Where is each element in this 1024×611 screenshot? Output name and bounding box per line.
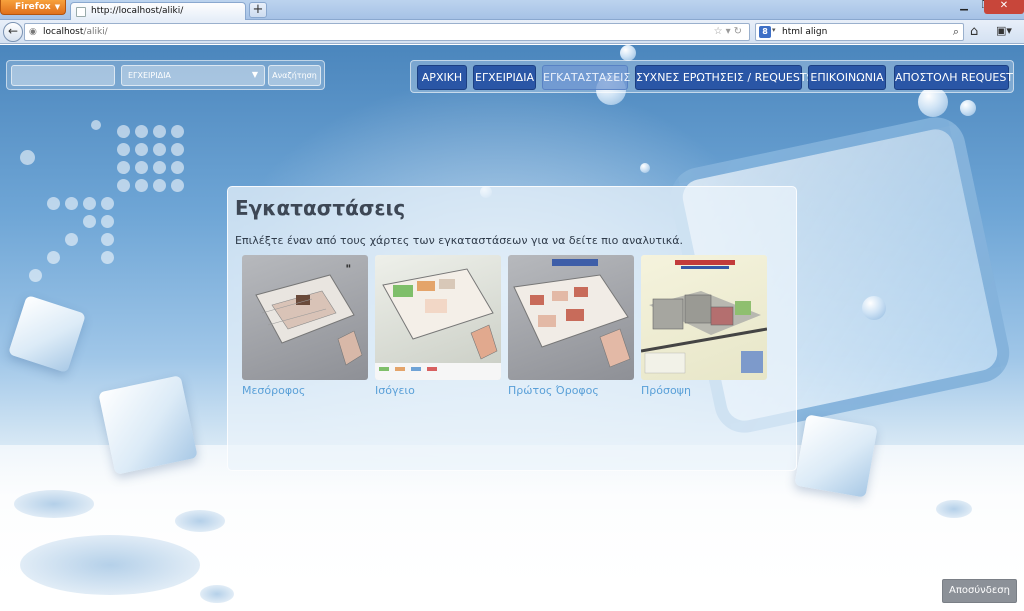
decorative-dot	[153, 143, 166, 156]
decorative-dot	[20, 150, 35, 165]
decorative-dot	[171, 143, 184, 156]
browser-tab[interactable]: http://localhost/aliki/	[70, 2, 246, 20]
url-path: /aliki/	[83, 27, 108, 37]
main-nav: ΑΡΧΙΚΗ ΕΓΧΕΙΡΙΔΙΑ ΕΓΚΑΤΑΣΤΑΣΕΙΣ ΣΥΧΝΕΣ Ε…	[410, 60, 1014, 93]
logout-button[interactable]: Αποσύνδεση	[942, 579, 1017, 603]
nav-item-home[interactable]: ΑΡΧΙΚΗ	[417, 65, 467, 90]
map-caption-ground-floor[interactable]: Ισόγειο	[375, 384, 415, 397]
content-panel: Εγκαταστάσεις Επιλέξτε έναν από τους χάρ…	[227, 186, 797, 471]
url-host: localhost	[43, 27, 84, 37]
back-arrow-icon[interactable]: ←	[3, 22, 23, 42]
map-caption-first-floor[interactable]: Πρώτος Όροφος	[508, 384, 599, 397]
web-search-bar[interactable]: 8 ▾ html align ⌕	[755, 23, 964, 41]
decorative-bubble	[960, 100, 976, 116]
decorative-dot	[171, 161, 184, 174]
map-thumbnail-first-floor[interactable]	[508, 255, 634, 380]
decorative-dot	[135, 125, 148, 138]
decorative-cube	[98, 375, 198, 475]
decorative-bubble	[640, 163, 650, 173]
search-category-select[interactable]: ΕΓΧΕΙΡΙΔΙΑ ▼	[121, 65, 265, 86]
bookmarks-menu-icon[interactable]: ▣▾	[996, 24, 1012, 37]
decorative-cube	[794, 414, 878, 498]
decorative-puddle	[936, 500, 972, 518]
decorative-dot	[117, 125, 130, 138]
decorative-puddle	[175, 510, 225, 532]
decorative-dot	[135, 161, 148, 174]
decorative-dot	[47, 251, 60, 264]
search-input[interactable]	[11, 65, 115, 86]
globe-icon: ◉	[29, 27, 37, 37]
map-thumbnail-ground-floor[interactable]	[375, 255, 501, 380]
search-category-value: ΕΓΧΕΙΡΙΔΙΑ	[128, 71, 171, 80]
decorative-dot	[117, 161, 130, 174]
web-search-query: html align	[782, 27, 828, 37]
firefox-menu-button[interactable]: Firefox ▼	[0, 0, 66, 15]
decorative-dot	[91, 120, 101, 130]
decorative-cube	[7, 294, 87, 374]
svg-text:▮▮: ▮▮	[346, 263, 350, 268]
page-description: Επιλέξτε έναν από τους χάρτες των εγκατα…	[235, 234, 683, 247]
close-window-icon[interactable]: ✕	[984, 0, 1024, 14]
map-thumbnail-facade[interactable]	[641, 255, 767, 380]
decorative-puddle	[200, 585, 234, 603]
new-tab-button[interactable]: +	[249, 2, 267, 18]
browser-tab-title: http://localhost/aliki/	[91, 6, 184, 16]
site-search: ΕΓΧΕΙΡΙΔΙΑ ▼ Αναζήτηση	[6, 60, 325, 90]
decorative-puddle	[20, 535, 200, 595]
dropdown-arrow-icon[interactable]: ▾	[726, 26, 734, 37]
search-button[interactable]: Αναζήτηση	[268, 65, 321, 86]
decorative-bubble	[862, 296, 886, 320]
star-bookmark-icon[interactable]: ☆	[714, 26, 726, 37]
decorative-dot	[171, 179, 184, 192]
reload-icon[interactable]: ↻	[734, 26, 745, 37]
nav-item-manuals[interactable]: ΕΓΧΕΙΡΙΔΙΑ	[473, 65, 536, 90]
decorative-dot	[65, 197, 78, 210]
decorative-dot	[101, 197, 114, 210]
chevron-down-icon: ▼	[54, 3, 61, 11]
browser-tab-bar: Firefox▼ http://localhost/aliki/ + ▁ ❐ ✕	[0, 0, 1024, 20]
map-caption-mezzanine[interactable]: Μεσόροφος	[242, 384, 305, 397]
page-favicon-icon	[76, 7, 86, 17]
minimize-icon[interactable]: ▁	[952, 0, 976, 14]
nav-item-send-request[interactable]: ΑΠΟΣΤΟΛΗ REQUEST	[894, 65, 1013, 90]
url-actions: ☆▾↻	[714, 26, 745, 37]
decorative-dot	[101, 251, 114, 264]
page-title: Εγκαταστάσεις	[235, 196, 406, 220]
search-engine-icon[interactable]: 8	[759, 26, 771, 38]
decorative-dot	[29, 269, 42, 282]
decorative-dot	[153, 125, 166, 138]
decorative-dot	[153, 161, 166, 174]
decorative-dot	[83, 197, 96, 210]
chevron-down-icon: ▼	[251, 70, 258, 79]
decorative-dot	[47, 197, 60, 210]
decorative-dot	[135, 179, 148, 192]
decorative-dot	[101, 215, 114, 228]
decorative-dot	[171, 125, 184, 138]
home-icon[interactable]: ⌂	[970, 24, 978, 39]
search-icon[interactable]: ⌕	[953, 25, 959, 39]
decorative-dot	[117, 143, 130, 156]
map-caption-facade[interactable]: Πρόσοψη	[641, 384, 691, 397]
decorative-dot	[153, 179, 166, 192]
decorative-dot	[101, 233, 114, 246]
decorative-dot	[83, 215, 96, 228]
map-thumbnail-mezzanine[interactable]: ▮▮	[242, 255, 368, 380]
decorative-dot	[135, 143, 148, 156]
nav-item-contact[interactable]: ΕΠΙΚΟΙΝΩΝΙΑ	[808, 65, 886, 90]
decorative-puddle	[14, 490, 94, 518]
browser-nav-bar: ← ◉ localhost/aliki/ ☆▾↻ 8 ▾ html align …	[0, 20, 1024, 44]
decorative-bubble	[620, 45, 636, 61]
page-background: ΕΓΧΕΙΡΙΔΙΑ ▼ Αναζήτηση ΑΡΧΙΚΗ ΕΓΧΕΙΡΙΔΙΑ…	[0, 45, 1024, 611]
decorative-dot	[65, 233, 78, 246]
nav-item-faq-requests[interactable]: ΣΥΧΝΕΣ ΕΡΩΤΗΣΕΙΣ / REQUESTS	[635, 65, 814, 90]
nav-item-facilities[interactable]: ΕΓΚΑΤΑΣΤΑΣΕΙΣ	[542, 65, 630, 90]
firefox-label: Firefox	[15, 2, 51, 12]
decorative-dot	[117, 179, 130, 192]
address-bar[interactable]: ◉ localhost/aliki/ ☆▾↻	[24, 23, 750, 41]
chevron-down-icon[interactable]: ▾	[772, 26, 776, 34]
